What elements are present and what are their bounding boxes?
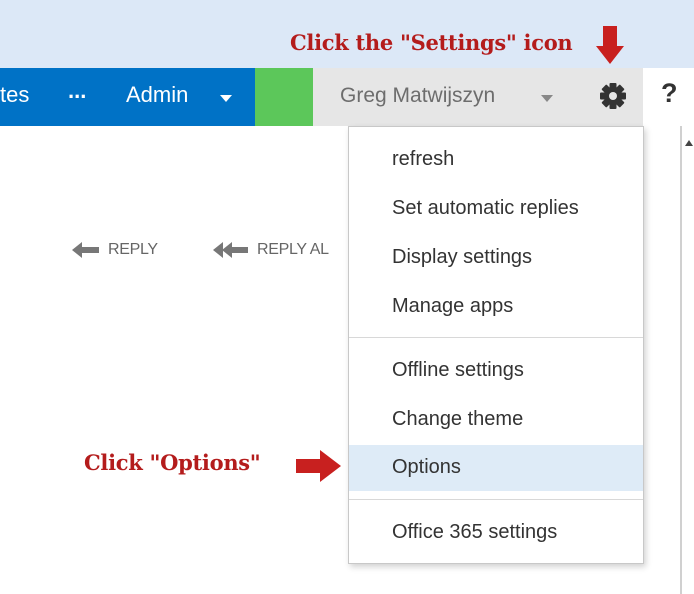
chevron-down-icon[interactable]	[220, 95, 232, 102]
chevron-down-icon[interactable]	[541, 95, 553, 102]
scrollbar-track[interactable]	[680, 126, 682, 594]
nav-blue-section: tes ... Admin	[0, 68, 255, 126]
annotation-click-options: Click "Options"	[84, 450, 261, 475]
menu-item-options[interactable]: Options	[349, 445, 643, 491]
annotation-click-settings: Click the "Settings" icon	[290, 30, 573, 55]
menu-item-label: Office 365 settings	[392, 521, 558, 543]
top-navigation-bar: tes ... Admin Greg Matwijszyn ?	[0, 68, 694, 126]
reply-all-label: REPLY AL	[257, 241, 329, 258]
menu-item-label: Set automatic replies	[392, 197, 579, 219]
scroll-up-icon[interactable]	[685, 140, 693, 146]
reply-label: REPLY	[108, 241, 158, 258]
user-menu[interactable]: Greg Matwijszyn	[313, 68, 581, 126]
menu-divider	[349, 499, 643, 500]
help-button[interactable]: ?	[643, 68, 694, 126]
menu-item-set-automatic-replies[interactable]: Set automatic replies	[349, 186, 643, 232]
menu-item-label: Display settings	[392, 246, 533, 268]
nav-admin-menu[interactable]: Admin	[126, 82, 188, 108]
menu-item-office-365-settings[interactable]: Office 365 settings	[349, 510, 643, 556]
menu-item-offline-settings[interactable]: Offline settings	[349, 348, 643, 394]
gear-icon[interactable]	[598, 81, 628, 111]
user-name[interactable]: Greg Matwijszyn	[340, 84, 495, 108]
reply-button[interactable]: REPLY	[72, 236, 158, 264]
menu-item-label: Manage apps	[392, 295, 514, 317]
reply-all-button[interactable]: REPLY AL	[213, 236, 329, 264]
menu-item-manage-apps[interactable]: Manage apps	[349, 284, 643, 330]
reply-arrow-icon	[72, 242, 99, 258]
menu-item-label: refresh	[392, 148, 455, 170]
menu-item-label: Change theme	[392, 408, 524, 430]
menu-item-display-settings[interactable]: Display settings	[349, 235, 643, 281]
nav-item-partial[interactable]: tes	[0, 82, 29, 108]
menu-divider	[349, 337, 643, 338]
menu-item-change-theme[interactable]: Change theme	[349, 397, 643, 443]
arrow-right-icon	[296, 450, 341, 482]
settings-button[interactable]	[581, 68, 643, 126]
arrow-down-icon	[596, 26, 624, 64]
reply-all-arrow-icon	[213, 242, 248, 258]
menu-item-refresh[interactable]: refresh	[349, 137, 643, 183]
nav-more-button[interactable]: ...	[68, 78, 86, 104]
nav-green-tile	[255, 68, 313, 126]
menu-item-label: Options	[392, 456, 461, 478]
menu-item-label: Offline settings	[392, 359, 524, 381]
help-icon[interactable]: ?	[661, 78, 678, 109]
settings-dropdown-menu: refresh Set automatic replies Display se…	[348, 126, 644, 564]
